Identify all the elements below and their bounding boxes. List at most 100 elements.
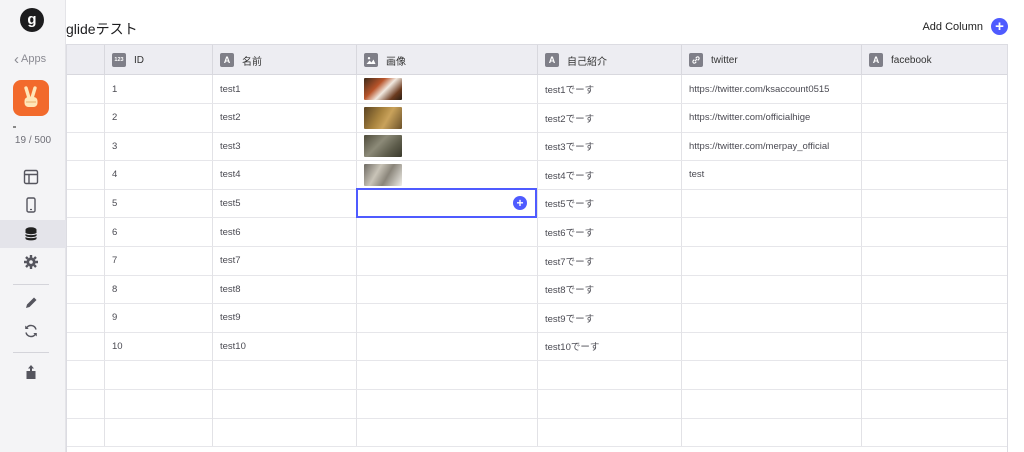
- column-header-facebook[interactable]: A facebook: [861, 45, 1007, 75]
- column-header-image[interactable]: 画像: [356, 45, 537, 75]
- intro-cell[interactable]: [537, 418, 681, 447]
- intro-cell[interactable]: test8でーす: [537, 275, 681, 304]
- image-cell[interactable]: [356, 75, 537, 103]
- intro-cell[interactable]: test3でーす: [537, 132, 681, 161]
- twitter-cell[interactable]: [681, 361, 861, 389]
- twitter-cell[interactable]: test: [681, 160, 861, 189]
- name-cell[interactable]: test1: [212, 75, 356, 103]
- image-thumbnail[interactable]: [364, 135, 402, 158]
- image-cell[interactable]: [356, 303, 537, 332]
- table-row[interactable]: [67, 418, 1007, 448]
- twitter-cell[interactable]: [681, 189, 861, 218]
- name-cell[interactable]: test9: [212, 303, 356, 332]
- intro-cell[interactable]: test6でーす: [537, 218, 681, 246]
- twitter-cell[interactable]: https://twitter.com/merpay_official: [681, 132, 861, 161]
- intro-cell[interactable]: test5でーす: [537, 189, 681, 218]
- settings-gear-icon[interactable]: [22, 253, 40, 271]
- image-thumbnail[interactable]: [364, 106, 402, 129]
- intro-cell[interactable]: test7でーす: [537, 246, 681, 275]
- facebook-cell[interactable]: [861, 132, 1007, 161]
- image-cell[interactable]: [356, 361, 537, 389]
- phone-preview-icon[interactable]: [22, 196, 40, 214]
- column-header-name[interactable]: A 名前: [212, 45, 356, 75]
- id-cell[interactable]: 3: [104, 132, 212, 161]
- twitter-cell[interactable]: [681, 418, 861, 447]
- facebook-cell[interactable]: [861, 75, 1007, 103]
- facebook-cell[interactable]: [861, 389, 1007, 418]
- back-to-apps-link[interactable]: ‹ Apps: [14, 52, 46, 67]
- name-cell[interactable]: test6: [212, 218, 356, 246]
- name-cell[interactable]: test2: [212, 103, 356, 132]
- table-row[interactable]: [67, 389, 1007, 419]
- facebook-cell[interactable]: [861, 189, 1007, 218]
- table-row[interactable]: 1 test1 test1でーす https://twitter.com/ksacco…: [67, 75, 1007, 104]
- facebook-cell[interactable]: [861, 275, 1007, 304]
- name-cell[interactable]: test7: [212, 246, 356, 275]
- image-cell[interactable]: [356, 103, 537, 132]
- column-header-intro[interactable]: A 自己紹介: [537, 45, 681, 75]
- image-cell[interactable]: [356, 389, 537, 418]
- id-cell[interactable]: 2: [104, 103, 212, 132]
- name-cell[interactable]: test4: [212, 160, 356, 189]
- intro-cell[interactable]: test2でーす: [537, 103, 681, 132]
- image-cell[interactable]: [356, 246, 537, 275]
- facebook-cell[interactable]: [861, 160, 1007, 189]
- table-row[interactable]: 10 test10 test10でーす: [67, 332, 1007, 362]
- table-row[interactable]: 5 test5 test5でーす: [67, 189, 1007, 219]
- id-cell[interactable]: [104, 389, 212, 418]
- app-icon-tile[interactable]: [13, 80, 49, 116]
- image-cell[interactable]: [356, 418, 537, 447]
- glide-logo[interactable]: g: [20, 8, 44, 32]
- name-cell[interactable]: [212, 389, 356, 418]
- facebook-cell[interactable]: [861, 332, 1007, 361]
- image-cell[interactable]: [356, 132, 537, 161]
- twitter-cell[interactable]: [681, 218, 861, 246]
- twitter-cell[interactable]: [681, 275, 861, 304]
- id-cell[interactable]: [104, 418, 212, 447]
- edit-pencil-icon[interactable]: [22, 294, 40, 312]
- table-row[interactable]: 7 test7 test7でーす: [67, 246, 1007, 276]
- twitter-cell[interactable]: https://twitter.com/ksaccount0515: [681, 75, 861, 103]
- name-cell[interactable]: test10: [212, 332, 356, 361]
- id-cell[interactable]: 10: [104, 332, 212, 361]
- intro-cell[interactable]: test10でーす: [537, 332, 681, 361]
- id-cell[interactable]: 9: [104, 303, 212, 332]
- twitter-cell[interactable]: [681, 332, 861, 361]
- table-row[interactable]: 8 test8 test8でーす: [67, 275, 1007, 305]
- name-cell[interactable]: test3: [212, 132, 356, 161]
- facebook-cell[interactable]: [861, 418, 1007, 447]
- image-cell[interactable]: [356, 332, 537, 361]
- table-row[interactable]: 3 test3 test3でーす https://twitter.com/merpay…: [67, 132, 1007, 162]
- table-row[interactable]: [67, 361, 1007, 390]
- id-cell[interactable]: 1: [104, 75, 212, 103]
- intro-cell[interactable]: [537, 361, 681, 389]
- image-thumbnail[interactable]: [364, 78, 402, 100]
- image-cell[interactable]: [356, 160, 537, 189]
- id-cell[interactable]: 5: [104, 189, 212, 218]
- facebook-cell[interactable]: [861, 103, 1007, 132]
- facebook-cell[interactable]: [861, 246, 1007, 275]
- twitter-cell[interactable]: [681, 303, 861, 332]
- id-cell[interactable]: 4: [104, 160, 212, 189]
- id-cell[interactable]: [104, 361, 212, 389]
- intro-cell[interactable]: [537, 389, 681, 418]
- add-column-button[interactable]: Add Column +: [922, 18, 1008, 35]
- column-header-id[interactable]: 123 ID: [104, 45, 212, 75]
- image-thumbnail[interactable]: [364, 163, 402, 186]
- intro-cell[interactable]: test1でーす: [537, 75, 681, 103]
- add-image-plus-icon[interactable]: +: [513, 196, 527, 210]
- twitter-cell[interactable]: [681, 389, 861, 418]
- table-row[interactable]: 4 test4 test4でーす test: [67, 160, 1007, 190]
- id-cell[interactable]: 6: [104, 218, 212, 246]
- image-cell[interactable]: [356, 218, 537, 246]
- table-row[interactable]: 6 test6 test6でーす: [67, 218, 1007, 247]
- column-header-twitter[interactable]: twitter: [681, 45, 861, 75]
- table-row[interactable]: 9 test9 test9でーす: [67, 303, 1007, 333]
- twitter-cell[interactable]: https://twitter.com/officialhige: [681, 103, 861, 132]
- id-cell[interactable]: 8: [104, 275, 212, 304]
- intro-cell[interactable]: test4でーす: [537, 160, 681, 189]
- table-row[interactable]: 2 test2 test2でーす https://twitter.com/offici…: [67, 103, 1007, 133]
- name-cell[interactable]: test5: [212, 189, 356, 218]
- image-cell[interactable]: [356, 275, 537, 304]
- facebook-cell[interactable]: [861, 303, 1007, 332]
